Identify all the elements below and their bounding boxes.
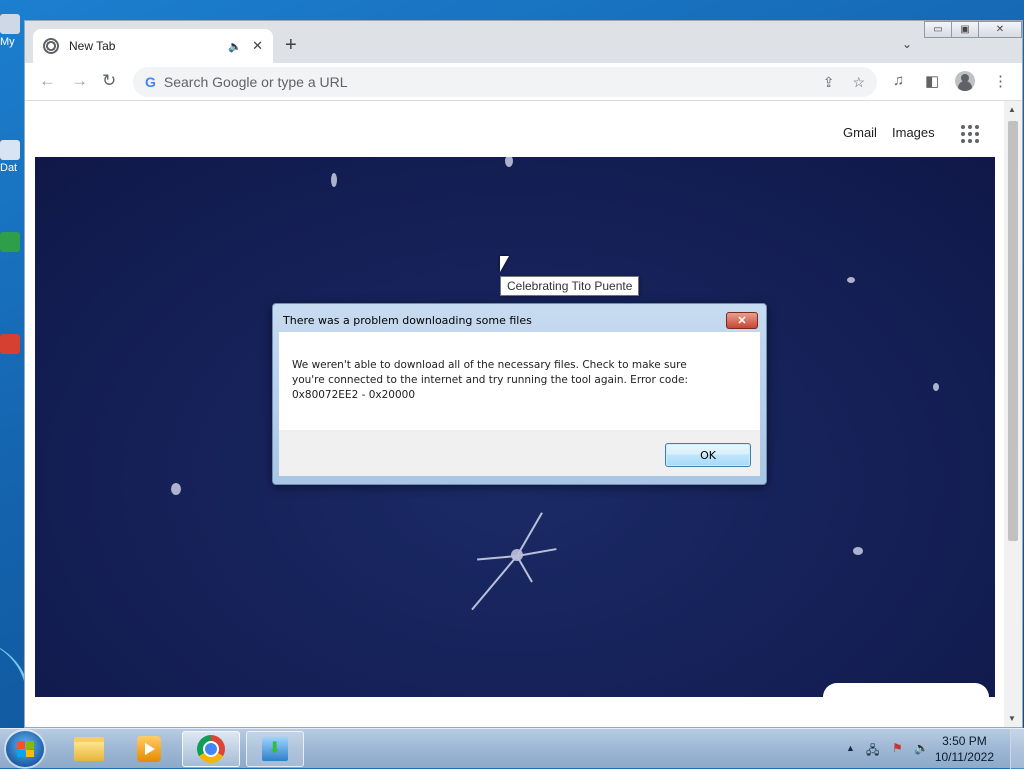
maximize-button[interactable]: ▣	[951, 21, 979, 38]
tab-new-tab[interactable]: New Tab 🔈 ✕	[33, 29, 273, 63]
ok-button[interactable]: OK	[665, 443, 751, 467]
speaker-icon[interactable]: 🔈	[228, 40, 242, 53]
desktop-icon-red[interactable]	[0, 334, 22, 356]
doodle-tooltip: Celebrating Tito Puente	[500, 276, 640, 296]
desktop-icon-green[interactable]	[0, 232, 22, 254]
gmail-link[interactable]: Gmail	[843, 125, 877, 140]
windows-logo-icon	[17, 741, 34, 757]
doodle-line	[516, 555, 533, 583]
download-tool-icon	[262, 737, 288, 761]
action-center-flag-icon[interactable]: ⚑	[892, 741, 903, 755]
folder-icon	[74, 737, 104, 761]
start-button[interactable]	[6, 731, 44, 767]
images-link[interactable]: Images	[892, 125, 935, 140]
file-icon	[0, 140, 20, 160]
media-player-icon	[137, 736, 161, 762]
omnibox[interactable]: G Search Google or type a URL ⇪ ☆	[133, 67, 877, 97]
dialog-footer: OK	[279, 430, 760, 476]
tab-close-icon[interactable]: ✕	[252, 38, 263, 54]
page-scrollbar[interactable]: ▲ ▼	[1004, 101, 1022, 727]
taskbar-explorer[interactable]	[60, 731, 118, 767]
menu-kebab-icon[interactable]: ⋮	[993, 72, 1008, 90]
customize-chrome-button[interactable]	[823, 683, 989, 697]
taskbar-media-creation-tool[interactable]	[246, 731, 304, 767]
dialog-close-button[interactable]: ✕	[726, 312, 758, 329]
new-tab-button[interactable]: +	[285, 34, 297, 57]
tab-search-icon[interactable]: ⌄	[902, 37, 912, 51]
minimize-button[interactable]: ▭	[924, 21, 952, 38]
doodle-fleck	[853, 547, 863, 555]
scroll-down-arrow-icon[interactable]: ▼	[1008, 714, 1016, 723]
scrollbar-thumb[interactable]	[1008, 121, 1018, 541]
desktop-icon-label: Dat	[0, 162, 18, 174]
taskbar-chrome[interactable]	[182, 731, 240, 767]
volume-icon[interactable]: 🔊	[914, 741, 929, 755]
show-hidden-icons-icon[interactable]: ▲	[846, 743, 855, 753]
media-controls-icon[interactable]: ♫	[893, 72, 904, 89]
forward-button[interactable]: →	[71, 71, 88, 91]
doodle-fleck	[933, 383, 939, 391]
omnibox-placeholder[interactable]: Search Google or type a URL	[164, 74, 805, 90]
scroll-up-arrow-icon[interactable]: ▲	[1008, 105, 1016, 114]
tab-title: New Tab	[69, 39, 116, 53]
profile-avatar-icon[interactable]	[955, 71, 975, 91]
network-icon[interactable]: 🖧	[866, 741, 879, 762]
doodle-line	[471, 555, 518, 611]
browser-toolbar: ← → ↻ G Search Google or type a URL ⇪ ☆ …	[25, 63, 1022, 101]
computer-icon	[0, 14, 20, 34]
share-icon[interactable]: ⇪	[823, 74, 835, 91]
window-controls: ▭ ▣ ✕	[924, 21, 1022, 39]
taskbar-media-player[interactable]	[120, 731, 178, 767]
bookmark-star-icon[interactable]: ☆	[852, 74, 865, 91]
doodle-fleck	[847, 277, 855, 283]
app-icon	[0, 334, 20, 354]
dialog-body: We weren't able to download all of the n…	[279, 332, 760, 430]
system-clock[interactable]: 3:50 PM 10/11/2022	[935, 733, 994, 765]
window-close-button[interactable]: ✕	[978, 21, 1022, 38]
reload-button[interactable]: ↻	[102, 71, 116, 91]
tab-strip: New Tab 🔈 ✕ + ⌄	[25, 21, 1022, 63]
show-desktop-button[interactable]	[1010, 729, 1024, 769]
dialog-title: There was a problem downloading some fil…	[283, 314, 532, 327]
clock-time: 3:50 PM	[942, 734, 987, 748]
google-apps-icon[interactable]	[961, 125, 979, 143]
chrome-favicon-icon	[43, 38, 59, 54]
doodle-line	[516, 512, 543, 557]
doodle-fleck	[331, 173, 337, 187]
desktop-icon-label: My	[0, 36, 15, 48]
side-panel-icon[interactable]: ◧	[925, 72, 939, 90]
doodle-fleck	[171, 483, 181, 495]
desktop-icon-my-computer[interactable]: My	[0, 14, 22, 48]
error-dialog: There was a problem downloading some fil…	[272, 303, 767, 485]
back-button[interactable]: ←	[39, 71, 56, 91]
doodle-fleck	[505, 157, 513, 167]
chrome-icon	[197, 735, 225, 763]
clock-date: 10/11/2022	[934, 750, 994, 764]
app-icon	[0, 232, 20, 252]
desktop-icon-data[interactable]: Dat	[0, 140, 22, 174]
taskbar: ▲ 🖧 ⚑ 🔊 3:50 PM 10/11/2022	[0, 728, 1024, 769]
dialog-message: We weren't able to download all of the n…	[292, 359, 688, 401]
google-g-icon: G	[145, 74, 156, 90]
